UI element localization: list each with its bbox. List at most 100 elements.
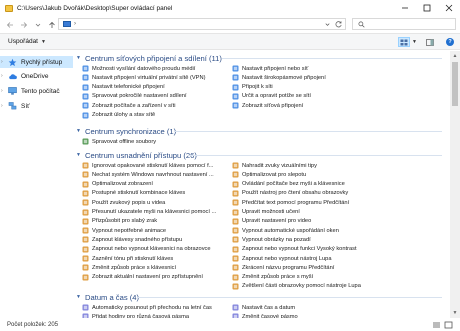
- sidebar-item-onedrive[interactable]: › OneDrive: [0, 70, 73, 82]
- up-button[interactable]: [46, 18, 58, 32]
- sidebar-item-quick-access[interactable]: › Rychlý přístup: [0, 56, 73, 68]
- chevron-down-icon: ▼: [41, 38, 46, 45]
- list-item[interactable]: Určit a opravit potíže se sítí: [232, 92, 311, 101]
- list-item[interactable]: Vypnout automatické uspořádání oken: [232, 226, 339, 235]
- list-item-label: Upravit možnosti učení: [242, 209, 300, 215]
- chevron-down-icon[interactable]: ▼: [76, 55, 82, 61]
- close-button[interactable]: [438, 0, 460, 16]
- list-item[interactable]: Automaticky posunout při přechodu na let…: [82, 303, 212, 312]
- list-item[interactable]: Zkrácení názvu programu Předčítání: [232, 263, 334, 272]
- arrow-up-icon: [49, 21, 55, 28]
- chevron-down-icon[interactable]: [324, 21, 331, 28]
- control-panel-item-icon: [82, 236, 89, 243]
- list-item[interactable]: Zobrazit síťová připojení: [232, 101, 303, 110]
- list-item[interactable]: Zvětšení části obrazovky pomocí nástroje…: [232, 282, 361, 291]
- list-item[interactable]: Zaznění tónu při stisknutí kláves: [82, 254, 173, 263]
- list-item[interactable]: Zobrazit počítače a zařízení v síti: [82, 101, 175, 110]
- control-panel-item-icon: [232, 74, 239, 81]
- chevron-right-icon[interactable]: ›: [1, 59, 7, 65]
- list-item[interactable]: Nastavit připojení virtuální privátní sí…: [82, 73, 205, 82]
- list-item[interactable]: Změnit časové pásmo: [232, 312, 298, 318]
- control-panel-item-icon: [82, 171, 89, 178]
- list-item[interactable]: Přidat hodiny pro různá časová pásma: [82, 312, 189, 318]
- control-panel-item-icon: [232, 236, 239, 243]
- list-item[interactable]: Upravit možnosti učení: [232, 208, 300, 217]
- list-item-label: Ovládání počítače bez myši a klávesnice: [242, 181, 345, 188]
- recent-locations-button[interactable]: [32, 18, 44, 32]
- list-item[interactable]: Možnosti vysílání datového proudu médií: [82, 64, 195, 73]
- list-item[interactable]: Zobrazit aktuální nastavení pro zpřístup…: [82, 273, 203, 282]
- list-item[interactable]: Vypnout obrázky na pozadí: [232, 235, 311, 244]
- list-item-label: Nastavit připojení nebo síť: [242, 65, 309, 72]
- list-item[interactable]: Zapnout nebo vypnout funkci Vysoký kontr…: [232, 245, 357, 254]
- sidebar-item-network[interactable]: › Síť: [0, 100, 73, 112]
- view-menu-button[interactable]: ▼: [411, 37, 418, 47]
- list-item[interactable]: Zapnout nebo vypnout nástroj Lupa: [232, 254, 332, 263]
- list-item[interactable]: Nechat systém Windows navrhnout nastaven…: [82, 170, 214, 179]
- chevron-right-icon[interactable]: ›: [1, 103, 7, 109]
- list-item[interactable]: Optimalizovat zobrazení: [82, 180, 153, 189]
- list-item-label: Připojit k síti: [242, 84, 273, 91]
- list-item[interactable]: Použít zvukový popis u videa: [82, 198, 165, 207]
- list-item[interactable]: Spravovat pokročilé nastavení sdílení: [82, 92, 187, 101]
- control-panel-item-icon: [232, 313, 239, 318]
- scroll-down-icon[interactable]: ▼: [452, 310, 458, 316]
- list-item[interactable]: Změnit způsob práce s myší: [232, 273, 313, 282]
- list-item[interactable]: Zobrazit úlohy a stav sítě: [82, 111, 155, 120]
- scroll-up-icon[interactable]: ▲: [452, 53, 458, 59]
- details-view-icon[interactable]: [432, 321, 441, 329]
- list-item-label: Použít nástroj pro čtení obsahu obrazovk…: [242, 190, 349, 197]
- list-item[interactable]: Zapnout klávesy snadného přístupu: [82, 235, 182, 244]
- item-count: Počet položek: 205: [7, 322, 59, 328]
- maximize-button[interactable]: [416, 0, 438, 16]
- vertical-scrollbar[interactable]: ▲ ▼: [450, 51, 460, 318]
- list-item[interactable]: Nastavit čas a datum: [232, 303, 295, 312]
- list-item[interactable]: Nahradit zvuky vizuálními tipy: [232, 161, 317, 170]
- list-item[interactable]: Připojit k síti: [232, 83, 273, 92]
- list-item[interactable]: Přesunutí ukazatele myši na klávesnici p…: [82, 208, 216, 217]
- back-button[interactable]: [4, 18, 16, 32]
- group-title: Datum a čas (4): [85, 292, 140, 302]
- forward-button[interactable]: [18, 18, 30, 32]
- list-item[interactable]: Postupné stisknutí kombinace kláves: [82, 189, 185, 198]
- chevron-right-icon[interactable]: ›: [1, 88, 7, 94]
- scrollbar-thumb[interactable]: [452, 62, 458, 106]
- list-item[interactable]: Vypnout nepotřebné animace: [82, 226, 166, 235]
- group-header[interactable]: ▼ Centrum synchronizace (1): [76, 126, 450, 136]
- list-item[interactable]: Změnit způsob práce s klávesnicí: [82, 263, 176, 272]
- view-options-button[interactable]: [398, 37, 410, 47]
- list-item-label: Přidat hodiny pro různá časová pásma: [92, 313, 190, 318]
- chevron-down-icon[interactable]: ▼: [76, 152, 82, 158]
- organize-button[interactable]: Uspořádat ▼: [8, 38, 46, 45]
- list-item[interactable]: Použít nástroj pro čtení obsahu obrazovk…: [232, 189, 348, 198]
- minimize-button[interactable]: [394, 0, 416, 16]
- list-item[interactable]: Spravovat offline soubory: [82, 137, 156, 146]
- chevron-down-icon[interactable]: ▼: [76, 128, 82, 134]
- preview-pane-button[interactable]: [424, 37, 436, 47]
- list-item[interactable]: Nastavit telefonické připojení: [82, 83, 165, 92]
- group-header[interactable]: ▼ Centrum síťových připojení a sdílení (…: [76, 53, 450, 63]
- sidebar-item-this-pc[interactable]: › Tento počítač: [0, 85, 73, 97]
- minimize-icon: [402, 7, 408, 9]
- list-item-label: Použít zvukový popis u videa: [92, 199, 166, 206]
- large-icons-view-icon[interactable]: [444, 321, 453, 329]
- refresh-icon[interactable]: [334, 20, 343, 29]
- list-item[interactable]: Předčítat text pomocí programu Předčítán…: [232, 198, 349, 207]
- list-item[interactable]: Přizpůsobit pro slabý zrak: [82, 217, 157, 226]
- help-icon[interactable]: ?: [446, 38, 454, 46]
- list-item[interactable]: Nastavit připojení nebo síť: [232, 64, 308, 73]
- group-header[interactable]: ▼ Datum a čas (4): [76, 292, 450, 302]
- chevron-down-icon[interactable]: ▼: [76, 294, 82, 300]
- address-bar[interactable]: ›: [58, 18, 346, 30]
- group-header[interactable]: ▼ Centrum usnadnění přístupu (26): [76, 150, 450, 160]
- control-panel-item-icon: [82, 255, 89, 262]
- list-item[interactable]: Ignorovat opakované stisknutí kláves pom…: [82, 161, 213, 170]
- sidebar-item-label: OneDrive: [21, 72, 49, 80]
- search-input[interactable]: [352, 18, 456, 30]
- chevron-right-icon[interactable]: ›: [1, 73, 7, 79]
- list-item[interactable]: Optimalizovat pro slepotu: [232, 170, 306, 179]
- list-item[interactable]: Nastavit širokopásmové připojení: [232, 73, 326, 82]
- list-item[interactable]: Zapnout nebo vypnout klávesnici na obraz…: [82, 245, 211, 254]
- list-item[interactable]: Upravit nastavení pro video: [232, 217, 311, 226]
- list-item[interactable]: Ovládání počítače bez myši a klávesnice: [232, 180, 345, 189]
